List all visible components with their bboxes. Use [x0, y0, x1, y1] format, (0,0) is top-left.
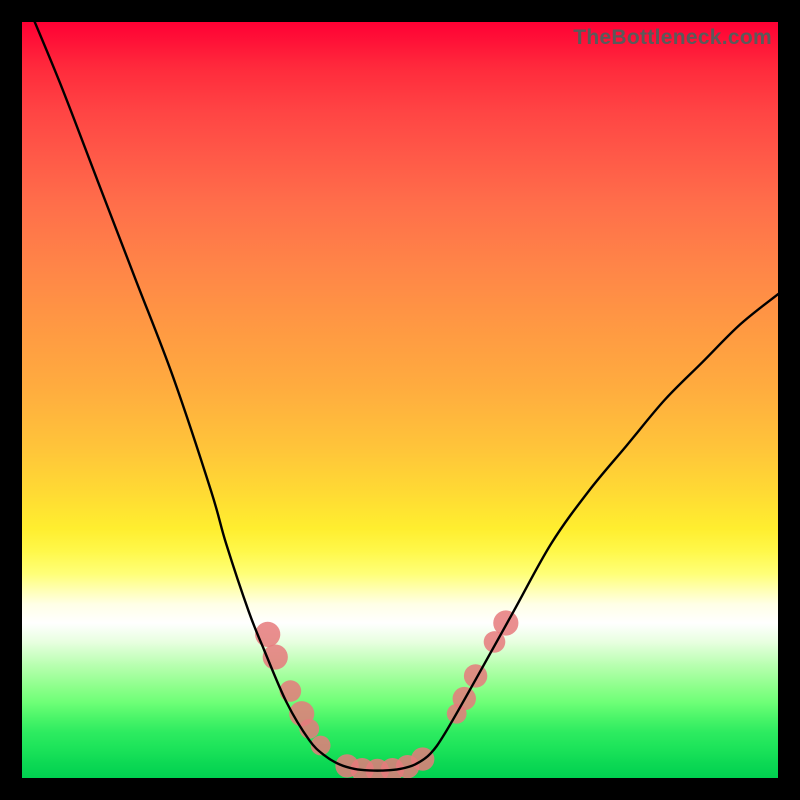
highlight-dot	[255, 622, 280, 647]
chart-stage: TheBottleneck.com	[0, 0, 800, 800]
highlight-dot	[280, 680, 302, 702]
curve-svg	[22, 22, 778, 778]
plot-area	[22, 22, 778, 778]
scatter-layer	[255, 610, 518, 778]
highlight-dot	[464, 664, 487, 687]
bottleneck-curve	[22, 22, 778, 771]
watermark-text: TheBottleneck.com	[573, 26, 772, 50]
